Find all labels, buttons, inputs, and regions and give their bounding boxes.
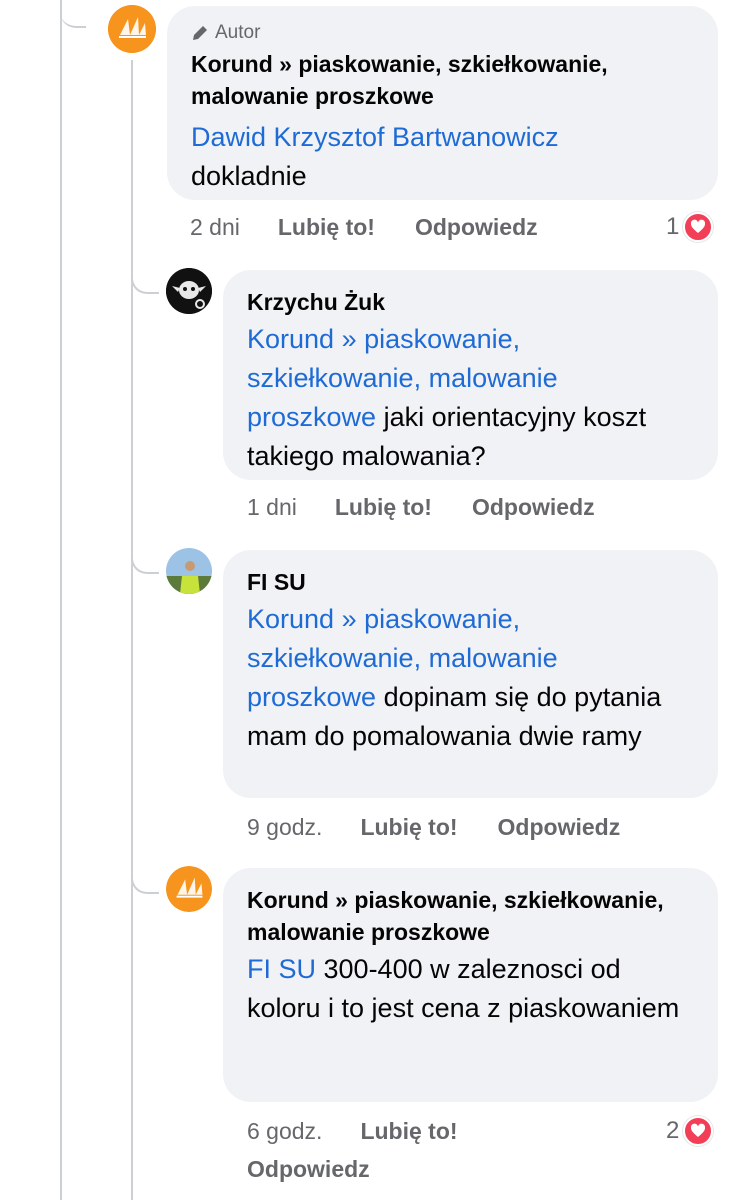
comment-author-name[interactable]: Korund » piaskowanie, szkiełkowanie, mal… (191, 48, 694, 112)
author-badge: Autor (191, 22, 694, 44)
reaction-count[interactable]: 2 (666, 1116, 714, 1146)
thread-connector (131, 540, 159, 574)
avatar[interactable] (166, 866, 212, 912)
like-button[interactable]: Lubię to! (360, 814, 457, 841)
comment-time[interactable]: 6 godz. (247, 1118, 322, 1145)
avatar[interactable] (166, 548, 212, 594)
comment-author-name[interactable]: FI SU (247, 566, 694, 598)
comment-bubble: FI SU Korund » piaskowanie, szkiełkowani… (223, 550, 718, 798)
korund-logo-icon (108, 5, 156, 53)
heart-icon (683, 1116, 714, 1146)
reaction-number: 1 (666, 213, 680, 240)
like-button[interactable]: Lubię to! (360, 1118, 457, 1145)
heart-icon (683, 212, 714, 242)
like-button[interactable]: Lubię to! (278, 214, 375, 241)
comment-author-name[interactable]: Krzychu Żuk (247, 286, 694, 318)
avatar[interactable] (166, 268, 212, 314)
mention-link[interactable]: Dawid Krzysztof Bartwanowicz (191, 122, 559, 152)
comment-author-name[interactable]: Korund » piaskowanie, szkiełkowanie, mal… (247, 884, 694, 948)
thread-connector (131, 860, 159, 894)
comment-actions: 2 dni Lubię to! Odpowiedz (190, 214, 538, 241)
comment-time[interactable]: 9 godz. (247, 814, 322, 841)
comment-actions-wrap: Odpowiedz (247, 1156, 370, 1183)
reaction-number: 2 (666, 1117, 680, 1144)
author-badge-label: Autor (215, 22, 261, 43)
thread-connector (60, 0, 86, 28)
like-button[interactable]: Lubię to! (335, 494, 432, 521)
comment-time[interactable]: 1 dni (247, 494, 297, 521)
comment-bubble: Krzychu Żuk Korund » piaskowanie, szkieł… (223, 270, 718, 480)
avatar-image-icon (166, 548, 212, 594)
pencil-icon (193, 26, 207, 40)
thread-connector (131, 260, 159, 294)
avatar-image-icon (166, 268, 212, 314)
comment-time[interactable]: 2 dni (190, 214, 240, 241)
reply-button[interactable]: Odpowiedz (472, 494, 595, 521)
comment-text: dokladnie (191, 161, 307, 191)
reply-button[interactable]: Odpowiedz (415, 214, 538, 241)
mention-link[interactable]: FI SU (247, 954, 316, 984)
avatar[interactable] (108, 5, 156, 53)
reply-button[interactable]: Odpowiedz (247, 1156, 370, 1183)
thread-line-outer (60, 0, 62, 1200)
thread-line-inner (131, 60, 133, 1200)
reply-button[interactable]: Odpowiedz (498, 814, 621, 841)
comment-actions: 6 godz. Lubię to! (247, 1118, 458, 1145)
comment-bubble: Korund » piaskowanie, szkiełkowanie, mal… (223, 868, 718, 1102)
reaction-count[interactable]: 1 (666, 212, 714, 242)
comment-bubble: Autor Korund » piaskowanie, szkiełkowani… (167, 6, 718, 200)
comment-actions: 9 godz. Lubię to! Odpowiedz (247, 814, 620, 841)
comment-actions: 1 dni Lubię to! Odpowiedz (247, 494, 595, 521)
korund-logo-icon (166, 866, 212, 912)
